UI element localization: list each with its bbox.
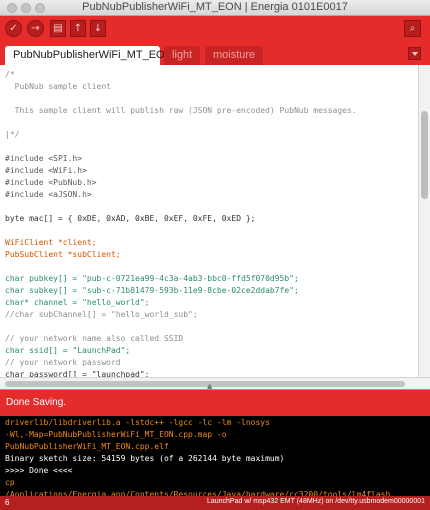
code-line: char ssid[] = "LaunchPad"; — [5, 346, 131, 355]
code-line: PubSubClient *subClient; — [5, 250, 121, 259]
code-line: #include <PubNub.h> — [5, 178, 97, 187]
console-line: -Wl,-Map=PubNubPublisherWiFi_MT_EON.cpp.… — [5, 430, 227, 439]
code-line: char subkey[] = "sub-c-71b81479-593b-11e… — [5, 286, 299, 295]
code-line: char* channel = "hello_world"; — [5, 298, 150, 307]
new-sketch-button[interactable]: ▤ — [50, 20, 66, 37]
tab-pubnubpublisherwifi-mt-eon[interactable]: PubNubPublisherWiFi_MT_EON — [5, 46, 173, 65]
editor-horizontal-scroll-thumb[interactable] — [5, 381, 405, 387]
console-line: Binary sketch size: 54159 bytes (of a 26… — [5, 454, 285, 463]
code-line: This sample client will publish raw (JSO… — [5, 106, 357, 115]
code-line: //char subChannel[] = "hello_world_sub"; — [5, 310, 198, 319]
code-line: #include <SPI.h> — [5, 154, 83, 163]
editor-vertical-scrollbar[interactable] — [418, 65, 430, 377]
tab-bar: PubNubPublisherWiFi_MT_EON light moistur… — [0, 42, 430, 65]
editor-horizontal-scrollbar[interactable] — [0, 377, 430, 389]
console-line: driverlib/libdriverlib.a -lstdc++ -lgcc … — [5, 418, 270, 427]
verify-button[interactable]: ✓ — [5, 20, 22, 37]
serial-monitor-button[interactable]: ⌕ — [404, 20, 421, 37]
tab-menu-dropdown-icon[interactable] — [408, 47, 421, 60]
code-line: PubNub sample client — [5, 82, 111, 91]
title-bar: PubNubPublisherWiFi_MT_EON | Energia 010… — [0, 0, 430, 16]
console-line: >>>> Done <<<< — [5, 466, 73, 475]
code-line: #include <aJSON.h> — [5, 190, 92, 199]
save-sketch-button[interactable]: ↓ — [90, 20, 106, 37]
window-title: PubNubPublisherWiFi_MT_EON | Energia 010… — [82, 1, 348, 13]
upload-button[interactable]: → — [27, 20, 44, 37]
code-line: // your network password — [5, 358, 121, 367]
console-line: /Applications/Energia.app/Contents/Resou… — [5, 490, 391, 496]
checkmark-icon: ✓ — [9, 23, 18, 34]
arrow-right-icon: → — [31, 23, 40, 34]
console-output[interactable]: driverlib/libdriverlib.a -lstdc++ -lgcc … — [0, 416, 430, 496]
console-line: PubNubPublisherWiFi_MT_EON.cpp.elf — [5, 442, 169, 451]
tab-moisture[interactable]: moisture — [205, 46, 264, 65]
console-line: cp — [5, 478, 15, 487]
tab-light[interactable]: light — [164, 46, 201, 65]
status-message: Done Saving. — [6, 397, 67, 408]
footer-bar: 6 LaunchPad w/ msp432 EMT (48MHz) on /de… — [0, 496, 430, 510]
editor-vertical-scroll-thumb[interactable] — [421, 111, 428, 199]
code-line: /* — [5, 70, 15, 79]
code-editor[interactable]: /* PubNub sample client This sample clie… — [0, 65, 418, 377]
code-line: // your network name also called SSID — [5, 334, 184, 343]
code-line: |*/ — [5, 130, 20, 139]
board-info: LaunchPad w/ msp432 EMT (48MHz) on /dev/… — [206, 498, 425, 505]
code-line: char password[] = "launchpad"; — [5, 370, 150, 377]
open-sketch-button[interactable]: ↑ — [70, 20, 86, 37]
code-line: char pubkey[] = "pub-c-0721ea99-4c3a-4ab… — [5, 274, 299, 283]
code-line: WiFiClient *client; — [5, 238, 97, 247]
code-line: #include <WiFi.h> — [5, 166, 87, 175]
status-bar: Done Saving. — [0, 390, 430, 416]
open-arrow-up-icon: ↑ — [73, 23, 83, 34]
magnifier-icon: ⌕ — [409, 23, 416, 34]
code-line: byte mac[] = { 0xDE, 0xAD, 0xBE, 0xEF, 0… — [5, 214, 256, 223]
new-file-icon: ▤ — [53, 23, 63, 34]
line-number: 6 — [5, 498, 10, 507]
toolbar: ✓ → ▤ ↑ ↓ ⌕ — [0, 16, 430, 42]
save-arrow-down-icon: ↓ — [93, 23, 103, 34]
